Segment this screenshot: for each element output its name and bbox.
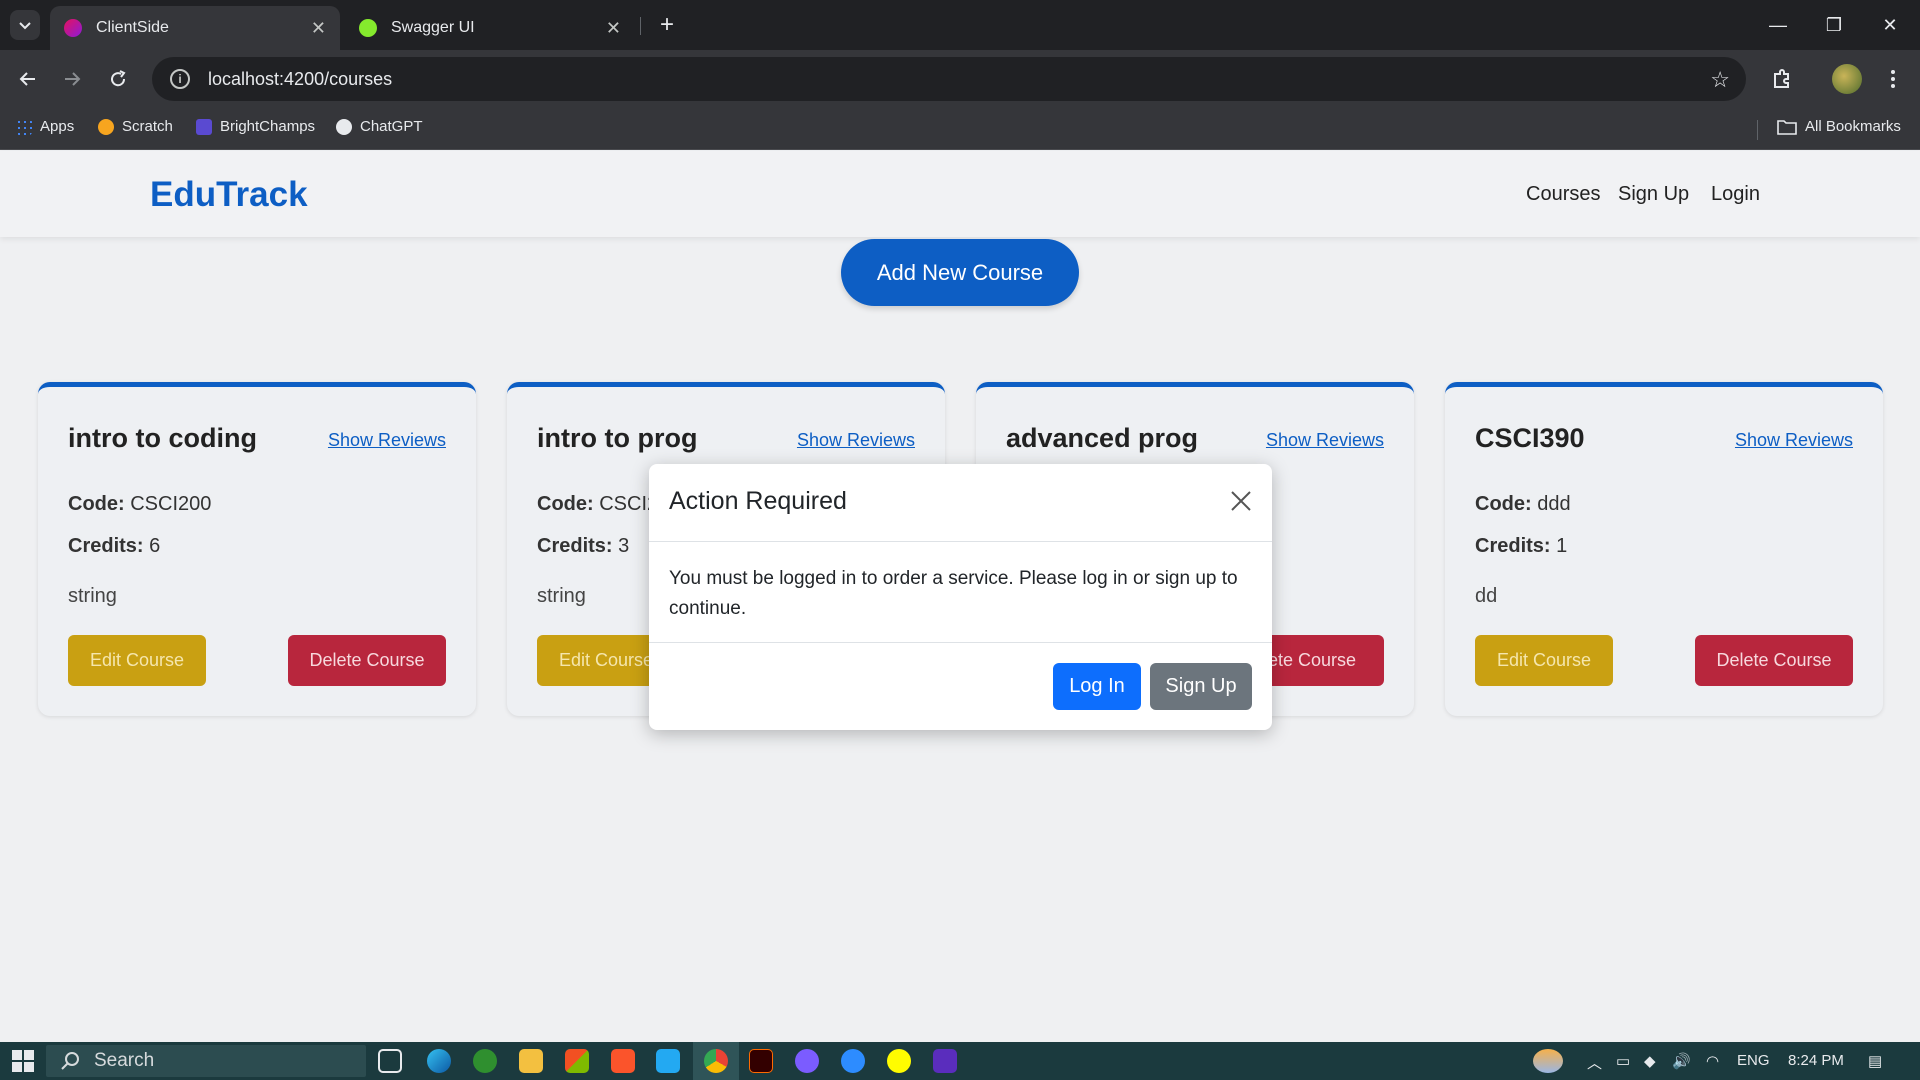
close-tab-icon[interactable]: ✕ bbox=[606, 18, 621, 39]
windows-start-icon[interactable] bbox=[12, 1050, 34, 1072]
tab-search-dropdown[interactable] bbox=[10, 10, 40, 40]
bookmark-chatgpt[interactable]: ChatGPT bbox=[336, 118, 423, 135]
clock[interactable]: 8:24 PM bbox=[1788, 1052, 1844, 1069]
brightchamps-app-icon[interactable] bbox=[933, 1049, 957, 1073]
address-bar[interactable]: i localhost:4200/courses ☆ bbox=[152, 57, 1746, 101]
bookmark-label: BrightChamps bbox=[220, 118, 316, 135]
modal-footer-divider bbox=[649, 642, 1272, 643]
scratch-icon bbox=[98, 118, 114, 135]
zoom-icon[interactable] bbox=[841, 1049, 865, 1073]
windows-taskbar: Search ︿ ▭ ◆ 🔊 ◠ ENG 8:24 PM ▤ bbox=[0, 1042, 1920, 1080]
chevron-down-icon bbox=[19, 22, 31, 30]
url-text: localhost:4200/courses bbox=[208, 68, 393, 89]
bookmark-label: Apps bbox=[40, 118, 75, 135]
arrow-left-icon bbox=[19, 72, 35, 86]
wifi-icon[interactable]: ◠ bbox=[1706, 1052, 1719, 1070]
modal-message: You must be logged in to order a service… bbox=[669, 568, 1238, 619]
bookmark-label: Scratch bbox=[122, 118, 173, 135]
all-bookmarks[interactable]: All Bookmarks bbox=[1777, 118, 1901, 135]
taskbar-search[interactable]: Search bbox=[46, 1045, 366, 1077]
login-button[interactable]: Log In bbox=[1053, 663, 1141, 710]
bookmark-brightchamps[interactable]: BrightChamps bbox=[196, 118, 315, 135]
microsoft-store-icon[interactable] bbox=[565, 1049, 589, 1073]
close-tab-icon[interactable]: ✕ bbox=[311, 18, 326, 39]
restore-button[interactable]: ❐ bbox=[1806, 0, 1862, 50]
bookmark-label: ChatGPT bbox=[360, 118, 423, 135]
profile-avatar[interactable] bbox=[1832, 64, 1862, 94]
brightchamps-icon bbox=[196, 118, 212, 135]
page-content: EduTrack Courses Sign Up Login Add New C… bbox=[0, 151, 1920, 1042]
tab-title: ClientSide bbox=[96, 19, 169, 36]
weather-icon[interactable] bbox=[1533, 1049, 1563, 1073]
bookmark-scratch[interactable]: Scratch bbox=[98, 118, 173, 135]
close-window-button[interactable]: ✕ bbox=[1862, 0, 1918, 50]
swagger-icon bbox=[359, 19, 377, 37]
snapchat-icon[interactable] bbox=[887, 1049, 911, 1073]
puzzle-icon bbox=[1774, 69, 1789, 88]
tab-clientside[interactable]: ClientSide ✕ bbox=[50, 6, 340, 50]
browser-toolbar: i localhost:4200/courses ☆ bbox=[0, 50, 1920, 108]
bookmarks-bar: Apps Scratch BrightChamps ChatGPT All Bo… bbox=[0, 108, 1920, 150]
tab-title: Swagger UI bbox=[391, 19, 475, 36]
forward-button[interactable] bbox=[56, 63, 88, 95]
search-placeholder: Search bbox=[94, 1050, 155, 1071]
reload-icon bbox=[111, 70, 126, 87]
new-tab-button[interactable]: + bbox=[652, 10, 682, 40]
show-hidden-icons[interactable]: ︿ bbox=[1587, 1052, 1602, 1073]
back-button[interactable] bbox=[12, 63, 44, 95]
close-icon[interactable] bbox=[1226, 486, 1256, 516]
site-info-icon[interactable]: i bbox=[170, 69, 190, 89]
app-icon[interactable] bbox=[795, 1049, 819, 1073]
kebab-menu-icon bbox=[1891, 70, 1895, 88]
tab-swagger[interactable]: Swagger UI ✕ bbox=[345, 6, 635, 50]
task-view-icon[interactable] bbox=[378, 1049, 402, 1073]
signup-button[interactable]: Sign Up bbox=[1150, 663, 1252, 710]
file-explorer-icon[interactable] bbox=[519, 1049, 543, 1073]
bookmark-star-icon[interactable]: ☆ bbox=[1710, 67, 1730, 93]
action-required-modal: Action Required You must be logged in to… bbox=[649, 464, 1272, 730]
notifications-icon[interactable]: ▤ bbox=[1868, 1052, 1882, 1070]
volume-icon[interactable]: 🔊 bbox=[1672, 1052, 1691, 1070]
battery-icon[interactable]: ▭ bbox=[1616, 1052, 1630, 1070]
modal-title: Action Required bbox=[669, 487, 847, 515]
modal-header: Action Required bbox=[649, 464, 1272, 542]
extensions-button[interactable] bbox=[1766, 63, 1798, 95]
chatgpt-icon bbox=[336, 118, 352, 135]
tab-divider bbox=[640, 17, 641, 35]
close-x-glyph bbox=[1231, 491, 1251, 511]
apps-grid-icon bbox=[16, 118, 32, 135]
minimize-button[interactable]: — bbox=[1750, 0, 1806, 50]
browser-menu-button[interactable] bbox=[1877, 63, 1909, 95]
search-icon bbox=[61, 1052, 79, 1070]
all-bookmarks-label: All Bookmarks bbox=[1805, 118, 1901, 135]
qgis-icon[interactable] bbox=[473, 1049, 497, 1073]
browser-tab-strip: ClientSide ✕ Swagger UI ✕ + — ❐ ✕ bbox=[0, 0, 1920, 50]
bookmarks-divider bbox=[1757, 120, 1758, 140]
bookmark-apps[interactable]: Apps bbox=[16, 118, 74, 135]
security-icon[interactable]: ◆ bbox=[1644, 1052, 1656, 1070]
folder-icon bbox=[1777, 119, 1797, 135]
illustrator-icon[interactable] bbox=[749, 1049, 773, 1073]
vscode-icon[interactable] bbox=[656, 1049, 680, 1073]
arrow-right-icon bbox=[65, 72, 81, 86]
angular-icon bbox=[64, 19, 82, 37]
language-indicator[interactable]: ENG bbox=[1737, 1052, 1770, 1069]
chrome-icon[interactable] bbox=[704, 1049, 728, 1073]
reload-button[interactable] bbox=[102, 63, 134, 95]
edge-icon[interactable] bbox=[427, 1049, 451, 1073]
brave-icon[interactable] bbox=[611, 1049, 635, 1073]
